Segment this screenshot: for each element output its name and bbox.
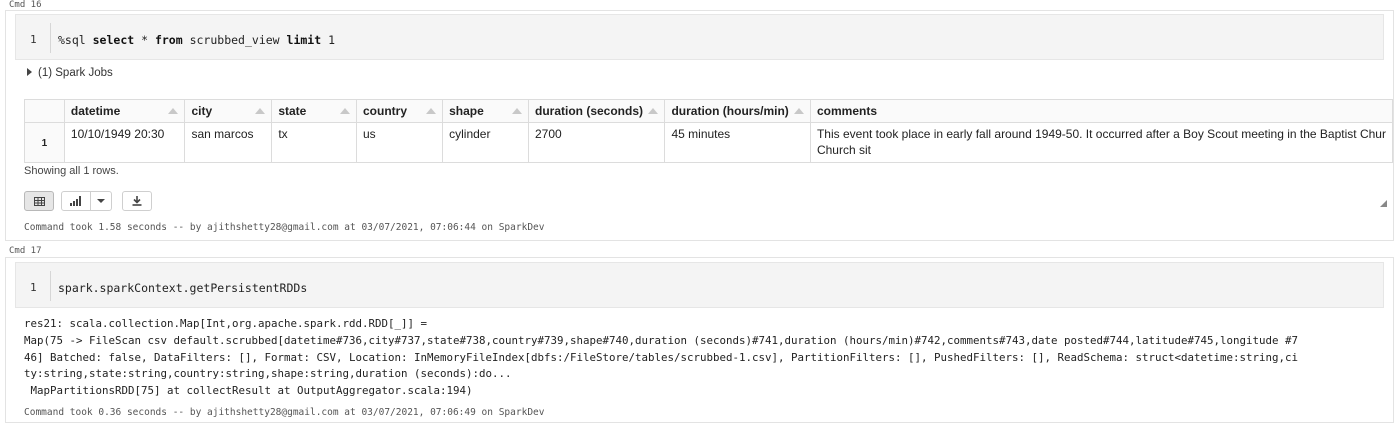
table-cell: us bbox=[355, 122, 444, 163]
resize-handle-icon[interactable] bbox=[1380, 200, 1387, 207]
column-header[interactable]: shape bbox=[442, 99, 529, 123]
row-number: 1 bbox=[24, 122, 65, 163]
gutter-divider bbox=[50, 271, 51, 301]
notebook-cell[interactable]: 1 %sql select * from scrubbed_view limit… bbox=[5, 10, 1394, 241]
table-icon bbox=[33, 196, 45, 206]
code-line[interactable]: %sql select * from scrubbed_view limit 1 bbox=[58, 33, 335, 47]
cell-label: Cmd 16 bbox=[9, 0, 42, 10]
command-timing: Command took 0.36 seconds -- by ajithshe… bbox=[24, 407, 545, 418]
sort-icon[interactable] bbox=[512, 108, 522, 114]
sort-icon[interactable] bbox=[793, 108, 804, 114]
row-count-text: Showing all 1 rows. bbox=[24, 165, 119, 177]
table-cell: tx bbox=[271, 122, 357, 163]
output-line: MapPartitionsRDD[75] at collectResult at… bbox=[24, 384, 473, 398]
download-button[interactable] bbox=[122, 191, 152, 211]
chevron-down-icon bbox=[97, 199, 105, 203]
spark-jobs-toggle[interactable]: (1) Spark Jobs bbox=[27, 67, 113, 79]
table-cell: 45 minutes bbox=[664, 122, 811, 163]
table-row: 1 10/10/1949 20:30 san marcos tx us cyli… bbox=[24, 122, 1394, 163]
code-editor[interactable]: 1 spark.sparkContext.getPersistentRDDs bbox=[15, 262, 1384, 308]
gutter-divider bbox=[50, 23, 51, 53]
results-table: datetime city state country shape durati… bbox=[24, 99, 1394, 163]
spark-jobs-label: (1) Spark Jobs bbox=[38, 67, 113, 79]
sort-icon[interactable] bbox=[648, 108, 659, 114]
line-number: 1 bbox=[30, 33, 37, 46]
table-cell-comments: This event took place in early fall arou… bbox=[809, 122, 1394, 163]
sort-icon[interactable] bbox=[168, 108, 179, 114]
output-line: Map(75 -> FileScan csv default.scrubbed[… bbox=[24, 333, 1299, 347]
cell-output: res21: scala.collection.Map[Int,org.apac… bbox=[24, 316, 1298, 400]
download-icon bbox=[132, 196, 142, 206]
table-cell: san marcos bbox=[184, 122, 273, 163]
sort-icon[interactable] bbox=[255, 108, 266, 114]
sort-icon[interactable] bbox=[426, 108, 437, 114]
column-header[interactable]: duration (hours/min) bbox=[664, 99, 811, 123]
table-cell: cylinder bbox=[442, 122, 529, 163]
sort-icon[interactable] bbox=[340, 108, 350, 114]
row-number-header bbox=[24, 99, 65, 123]
chart-options-dropdown[interactable] bbox=[90, 191, 112, 211]
chart-view-button[interactable] bbox=[61, 191, 91, 211]
command-timing: Command took 1.58 seconds -- by ajithshe… bbox=[24, 222, 545, 233]
code-line[interactable]: spark.sparkContext.getPersistentRDDs bbox=[58, 281, 307, 295]
table-header-row: datetime city state country shape durati… bbox=[24, 99, 1394, 123]
notebook-cell[interactable]: 1 spark.sparkContext.getPersistentRDDs r… bbox=[5, 257, 1394, 423]
column-header[interactable]: country bbox=[355, 99, 444, 123]
table-cell: 10/10/1949 20:30 bbox=[63, 122, 186, 163]
column-header[interactable]: city bbox=[184, 99, 273, 123]
cell-label: Cmd 17 bbox=[9, 246, 42, 256]
output-line: ty:string,state:string,country:string,sh… bbox=[24, 367, 512, 381]
column-header[interactable]: comments bbox=[809, 99, 1394, 123]
output-line: 46] Batched: false, DataFilters: [], For… bbox=[24, 350, 1299, 364]
column-header[interactable]: datetime bbox=[63, 99, 186, 123]
line-number: 1 bbox=[30, 281, 37, 294]
table-cell: 2700 bbox=[527, 122, 666, 163]
output-line: res21: scala.collection.Map[Int,org.apac… bbox=[24, 317, 428, 330]
bar-chart-icon bbox=[70, 196, 81, 206]
column-header[interactable]: state bbox=[271, 99, 357, 123]
column-header[interactable]: duration (seconds) bbox=[527, 99, 666, 123]
expand-triangle-icon bbox=[27, 68, 32, 76]
table-view-button[interactable] bbox=[24, 191, 54, 211]
code-editor[interactable]: 1 %sql select * from scrubbed_view limit… bbox=[15, 14, 1384, 60]
